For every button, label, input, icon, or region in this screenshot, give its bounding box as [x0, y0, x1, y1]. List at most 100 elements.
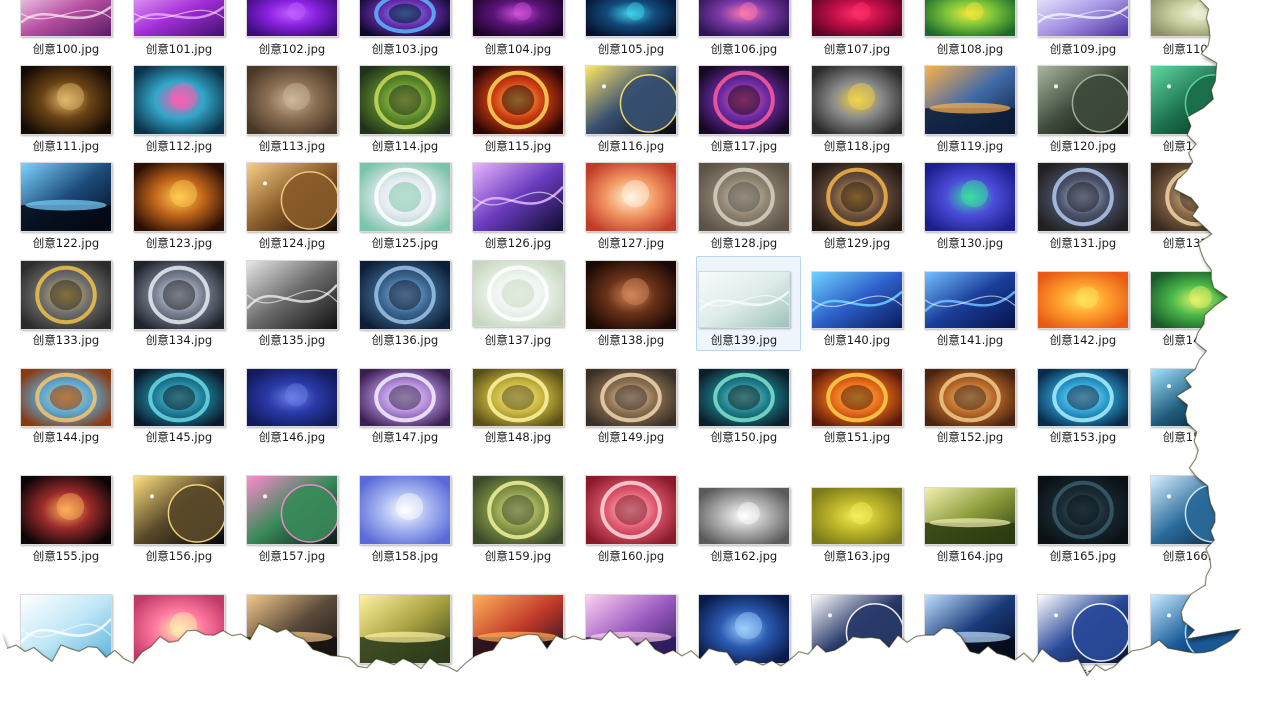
file-thumbnail[interactable]	[698, 0, 790, 37]
file-item[interactable]: 创意130.jpg	[924, 162, 1016, 254]
file-name-label[interactable]: 创意120.jpg	[1029, 138, 1137, 154]
file-item[interactable]: 创意157.jpg	[246, 475, 338, 567]
file-name-label[interactable]: 创意168.jpg	[125, 667, 233, 683]
file-item[interactable]: 创意145.jpg	[133, 368, 225, 460]
file-name-label[interactable]: 创意147.jpg	[351, 429, 459, 445]
file-item[interactable]: 创意116.jpg	[585, 65, 677, 157]
file-name-label[interactable]: 创意137.jpg	[464, 332, 572, 348]
file-item[interactable]: 创意119.jpg	[924, 65, 1016, 157]
file-item[interactable]: 创意152.jpg	[924, 368, 1016, 460]
file-thumbnail[interactable]	[585, 594, 677, 664]
file-name-label[interactable]: 创意101.jpg	[125, 41, 233, 57]
file-item[interactable]: 创意142.jpg	[1037, 271, 1129, 363]
file-item[interactable]: 创意17	[472, 594, 564, 686]
file-name-label[interactable]: 创意146.jpg	[238, 429, 346, 445]
file-thumbnail[interactable]	[133, 594, 225, 664]
file-item[interactable]: 创意132.jpg	[1150, 162, 1242, 254]
file-thumbnail[interactable]	[924, 162, 1016, 232]
file-name-label[interactable]: 创意169.jpg	[238, 667, 346, 683]
file-thumbnail[interactable]	[1150, 475, 1242, 545]
file-name-label[interactable]: 创意138.jpg	[577, 332, 685, 348]
file-name-label[interactable]: 创意126.jpg	[464, 235, 572, 251]
file-name-label[interactable]: 创意115.jpg	[464, 138, 572, 154]
file-name-label[interactable]: 创意143.jpg	[1142, 332, 1250, 348]
file-name-label[interactable]: 创意100.jpg	[12, 41, 120, 57]
file-name-label[interactable]: 创意105.jpg	[577, 41, 685, 57]
file-item[interactable]: 创意128.jpg	[698, 162, 790, 254]
file-item[interactable]: 创意175.jpg	[924, 594, 1016, 686]
file-name-label[interactable]: 创意123.jpg	[125, 235, 233, 251]
file-name-label[interactable]: 创意136.jpg	[351, 332, 459, 348]
file-thumbnail[interactable]	[924, 594, 1016, 664]
file-item[interactable]: 创意17	[1037, 594, 1129, 686]
file-thumbnail[interactable]	[585, 65, 677, 135]
file-thumbnail[interactable]	[1150, 368, 1242, 427]
file-item[interactable]: 创意121.jpg	[1150, 65, 1242, 157]
file-item[interactable]	[811, 594, 903, 686]
file-name-label[interactable]: 创意17	[464, 667, 572, 683]
file-thumbnail[interactable]	[585, 162, 677, 232]
file-name-label[interactable]: 创意104.jpg	[464, 41, 572, 57]
file-item[interactable]: 创意117.jpg	[698, 65, 790, 157]
file-thumbnail[interactable]	[1150, 65, 1242, 135]
file-thumbnail[interactable]	[359, 475, 451, 545]
file-name-label[interactable]: 创意103.jpg	[351, 41, 459, 57]
file-item[interactable]: 创意144.jpg	[20, 368, 112, 460]
file-item[interactable]: 创意126.jpg	[472, 162, 564, 254]
file-thumbnail[interactable]	[359, 0, 451, 37]
file-thumbnail[interactable]	[359, 162, 451, 232]
file-item[interactable]: 创意135.jpg	[246, 260, 338, 352]
file-item[interactable]	[698, 594, 790, 686]
file-thumbnail[interactable]	[1150, 271, 1242, 329]
file-name-label[interactable]: 创意150.jpg	[690, 429, 798, 445]
file-thumbnail[interactable]	[20, 475, 112, 545]
file-thumbnail[interactable]	[246, 65, 338, 135]
file-item[interactable]	[1150, 594, 1242, 686]
file-item[interactable]: 创意159.jpg	[472, 475, 564, 567]
file-item[interactable]: 创意113.jpg	[246, 65, 338, 157]
file-thumbnail[interactable]	[472, 0, 564, 37]
file-name-label[interactable]: 创意148.jpg	[464, 429, 572, 445]
file-thumbnail[interactable]	[133, 475, 225, 545]
file-item[interactable]: 创意140.jpg	[811, 271, 903, 363]
file-item[interactable]: 67.jpg	[20, 594, 112, 686]
file-name-label[interactable]: 创意144.jpg	[12, 429, 120, 445]
file-name-label[interactable]: 创意127.jpg	[577, 235, 685, 251]
file-thumbnail[interactable]	[811, 368, 903, 427]
file-item[interactable]: 创意166.jpg	[1150, 475, 1242, 567]
file-item[interactable]: 创意131.jpg	[1037, 162, 1129, 254]
file-name-label[interactable]: 创意109.jpg	[1029, 41, 1137, 57]
file-item[interactable]: 创意153.jpg	[1037, 368, 1129, 460]
file-item[interactable]: 创意118.jpg	[811, 65, 903, 157]
file-item[interactable]: 创意149.jpg	[585, 368, 677, 460]
file-thumbnail[interactable]	[472, 65, 564, 135]
file-item[interactable]: 创意170.jpg	[359, 594, 451, 686]
file-item[interactable]: 创意169.jpg	[246, 594, 338, 686]
file-name-label[interactable]: 创意125.jpg	[351, 235, 459, 251]
file-thumbnail[interactable]	[698, 368, 790, 427]
file-thumbnail[interactable]	[359, 368, 451, 427]
file-thumbnail[interactable]	[1037, 475, 1129, 545]
file-name-label[interactable]: 创意158.jpg	[351, 548, 459, 564]
file-thumbnail[interactable]	[698, 271, 790, 328]
file-name-label[interactable]: 创意154.jpg	[1142, 429, 1250, 445]
file-name-label[interactable]: 创意112.jpg	[125, 138, 233, 154]
file-thumbnail[interactable]	[811, 594, 903, 664]
file-name-label[interactable]: 创意131.jpg	[1029, 235, 1137, 251]
file-thumbnail[interactable]	[811, 65, 903, 135]
file-name-label[interactable]: 创意153.jpg	[1029, 429, 1137, 445]
file-name-label[interactable]: 创意155.jpg	[12, 548, 120, 564]
file-item[interactable]: 创意138.jpg	[585, 260, 677, 352]
file-name-label[interactable]: 创意157.jpg	[238, 548, 346, 564]
file-thumbnail[interactable]	[1150, 0, 1242, 37]
file-thumbnail[interactable]	[585, 368, 677, 427]
file-thumbnail[interactable]	[585, 260, 677, 330]
file-item[interactable]: 创意115.jpg	[472, 65, 564, 157]
file-item[interactable]: 创意141.jpg	[924, 271, 1016, 363]
file-thumbnail[interactable]	[1037, 594, 1129, 664]
file-item[interactable]: 创意136.jpg	[359, 260, 451, 352]
file-item[interactable]: 创意168.jpg	[133, 594, 225, 686]
file-thumbnail[interactable]	[133, 260, 225, 330]
file-name-label[interactable]: 创意102.jpg	[238, 41, 346, 57]
file-name-label[interactable]: 创意121.jpg	[1142, 138, 1250, 154]
